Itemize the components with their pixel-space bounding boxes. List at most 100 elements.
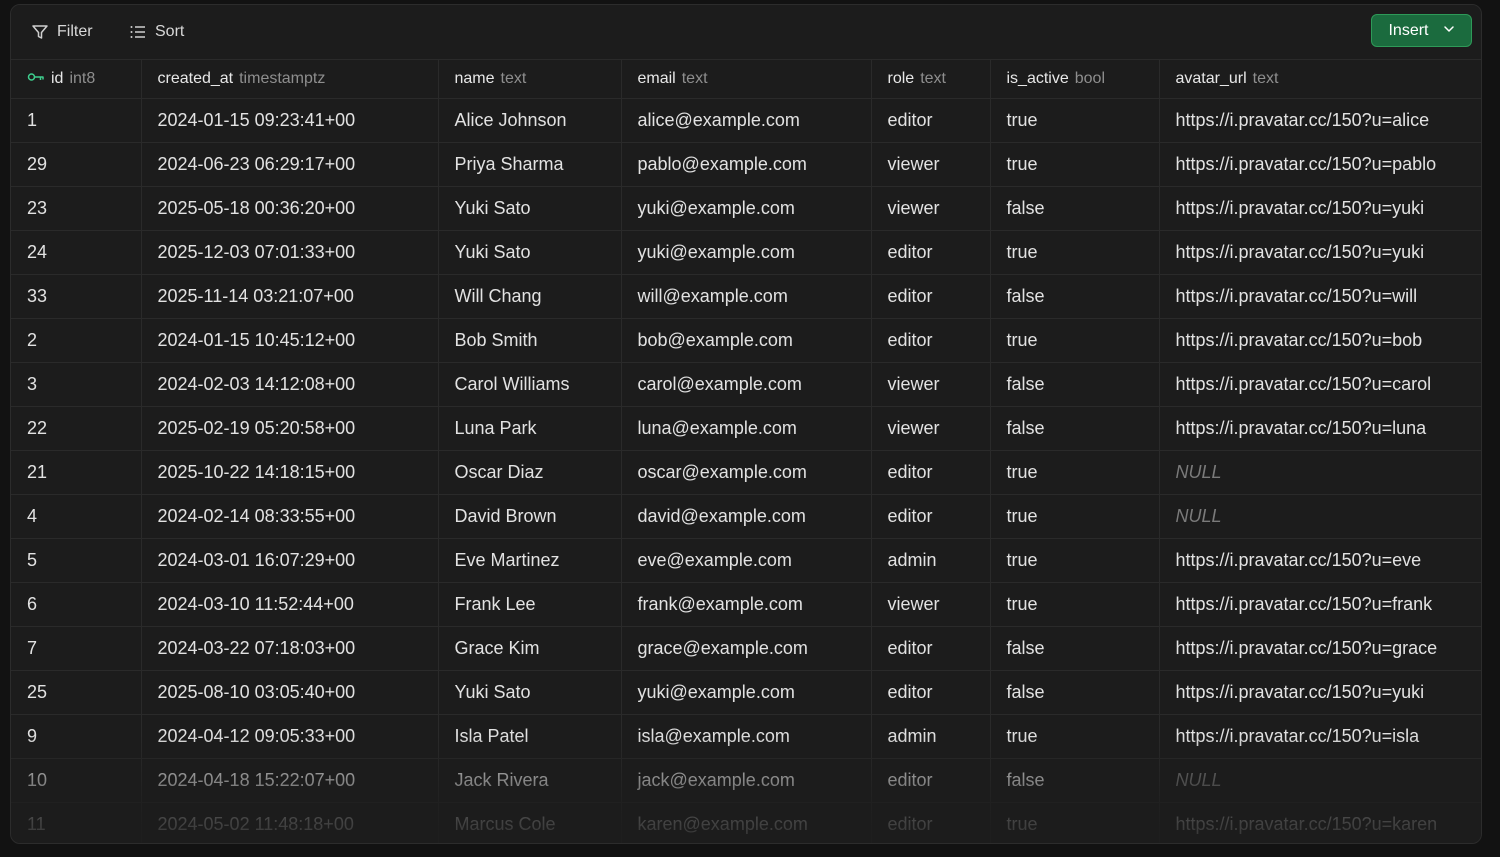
- cell-avatar-url[interactable]: NULL: [1159, 494, 1481, 539]
- table-row[interactable]: 10 2024-04-18 15:22:07+00 Jack Rivera jack@…: [11, 758, 1481, 803]
- cell-name[interactable]: Will Chang: [438, 274, 622, 319]
- cell-name[interactable]: Alice Johnson: [438, 98, 622, 143]
- cell-role[interactable]: admin: [871, 538, 991, 583]
- cell-role[interactable]: editor: [871, 318, 991, 363]
- cell-email[interactable]: frank@example.com: [621, 582, 872, 627]
- cell-email[interactable]: david@example.com: [621, 494, 872, 539]
- table-row[interactable]: 22 2025-02-19 05:20:58+00 Luna Park luna@ex…: [11, 406, 1481, 451]
- cell-created-at[interactable]: 2025-10-22 14:18:15+00: [141, 450, 439, 495]
- cell-avatar-url[interactable]: NULL: [1159, 758, 1481, 803]
- cell-is-active[interactable]: true: [990, 318, 1160, 363]
- cell-created-at[interactable]: 2024-03-10 11:52:44+00: [141, 582, 439, 627]
- cell-id[interactable]: 4: [11, 494, 142, 539]
- cell-created-at[interactable]: 2024-01-15 09:23:41+00: [141, 98, 439, 143]
- cell-id[interactable]: 9: [11, 714, 142, 759]
- cell-created-at[interactable]: 2024-01-15 10:45:12+00: [141, 318, 439, 363]
- table-row[interactable]: 24 2025-12-03 07:01:33+00 Yuki Sato yuki@ex…: [11, 230, 1481, 275]
- cell-created-at[interactable]: 2025-08-10 03:05:40+00: [141, 670, 439, 715]
- cell-is-active[interactable]: false: [990, 670, 1160, 715]
- table-row[interactable]: 7 2024-03-22 07:18:03+00 Grace Kim grace@ex…: [11, 626, 1481, 671]
- cell-avatar-url[interactable]: https://i.pravatar.cc/150?u=isla: [1159, 714, 1481, 759]
- cell-created-at[interactable]: 2025-05-18 00:36:20+00: [141, 186, 439, 231]
- cell-avatar-url[interactable]: https://i.pravatar.cc/150?u=alice: [1159, 98, 1481, 143]
- cell-role[interactable]: editor: [871, 802, 991, 843]
- column-header-avatar-url[interactable]: avatar_url text: [1159, 60, 1481, 99]
- cell-created-at[interactable]: 2024-05-02 11:48:18+00: [141, 802, 439, 843]
- cell-role[interactable]: editor: [871, 670, 991, 715]
- cell-is-active[interactable]: true: [990, 714, 1160, 759]
- cell-email[interactable]: will@example.com: [621, 274, 872, 319]
- cell-id[interactable]: 23: [11, 186, 142, 231]
- cell-role[interactable]: admin: [871, 714, 991, 759]
- cell-is-active[interactable]: false: [990, 362, 1160, 407]
- cell-avatar-url[interactable]: https://i.pravatar.cc/150?u=will: [1159, 274, 1481, 319]
- column-header-is-active[interactable]: is_active bool: [990, 60, 1160, 99]
- cell-role[interactable]: viewer: [871, 406, 991, 451]
- cell-email[interactable]: grace@example.com: [621, 626, 872, 671]
- cell-role[interactable]: viewer: [871, 142, 991, 187]
- cell-avatar-url[interactable]: https://i.pravatar.cc/150?u=yuki: [1159, 670, 1481, 715]
- cell-avatar-url[interactable]: https://i.pravatar.cc/150?u=carol: [1159, 362, 1481, 407]
- table-row[interactable]: 21 2025-10-22 14:18:15+00 Oscar Diaz oscar@…: [11, 450, 1481, 495]
- cell-created-at[interactable]: 2024-03-22 07:18:03+00: [141, 626, 439, 671]
- cell-name[interactable]: Marcus Cole: [438, 802, 622, 843]
- cell-created-at[interactable]: 2025-11-14 03:21:07+00: [141, 274, 439, 319]
- cell-avatar-url[interactable]: NULL: [1159, 450, 1481, 495]
- cell-role[interactable]: editor: [871, 494, 991, 539]
- cell-is-active[interactable]: false: [990, 758, 1160, 803]
- cell-name[interactable]: Luna Park: [438, 406, 622, 451]
- cell-name[interactable]: Yuki Sato: [438, 670, 622, 715]
- cell-name[interactable]: David Brown: [438, 494, 622, 539]
- cell-role[interactable]: editor: [871, 626, 991, 671]
- column-header-id[interactable]: id int8: [11, 60, 142, 99]
- cell-role[interactable]: editor: [871, 450, 991, 495]
- cell-created-at[interactable]: 2024-04-18 15:22:07+00: [141, 758, 439, 803]
- cell-role[interactable]: editor: [871, 230, 991, 275]
- cell-role[interactable]: viewer: [871, 362, 991, 407]
- cell-email[interactable]: luna@example.com: [621, 406, 872, 451]
- table-row[interactable]: 23 2025-05-18 00:36:20+00 Yuki Sato yuki@ex…: [11, 186, 1481, 231]
- cell-created-at[interactable]: 2024-02-14 08:33:55+00: [141, 494, 439, 539]
- cell-created-at[interactable]: 2024-04-12 09:05:33+00: [141, 714, 439, 759]
- cell-email[interactable]: jack@example.com: [621, 758, 872, 803]
- table-row[interactable]: 29 2024-06-23 06:29:17+00 Priya Sharma pabl…: [11, 142, 1481, 187]
- cell-name[interactable]: Bob Smith: [438, 318, 622, 363]
- cell-name[interactable]: Isla Patel: [438, 714, 622, 759]
- table-row[interactable]: 25 2025-08-10 03:05:40+00 Yuki Sato yuki@ex…: [11, 670, 1481, 715]
- table-row[interactable]: 6 2024-03-10 11:52:44+00 Frank Lee frank@ex…: [11, 582, 1481, 627]
- cell-is-active[interactable]: true: [990, 494, 1160, 539]
- cell-id[interactable]: 3: [11, 362, 142, 407]
- cell-name[interactable]: Eve Martinez: [438, 538, 622, 583]
- cell-is-active[interactable]: true: [990, 98, 1160, 143]
- cell-is-active[interactable]: true: [990, 450, 1160, 495]
- cell-avatar-url[interactable]: https://i.pravatar.cc/150?u=pablo: [1159, 142, 1481, 187]
- cell-created-at[interactable]: 2024-02-03 14:12:08+00: [141, 362, 439, 407]
- cell-is-active[interactable]: true: [990, 538, 1160, 583]
- column-header-created-at[interactable]: created_at timestamptz: [141, 60, 439, 99]
- cell-id[interactable]: 10: [11, 758, 142, 803]
- cell-avatar-url[interactable]: https://i.pravatar.cc/150?u=bob: [1159, 318, 1481, 363]
- cell-id[interactable]: 7: [11, 626, 142, 671]
- cell-avatar-url[interactable]: https://i.pravatar.cc/150?u=luna: [1159, 406, 1481, 451]
- column-header-email[interactable]: email text: [621, 60, 872, 99]
- sort-button[interactable]: Sort: [129, 19, 184, 45]
- cell-id[interactable]: 21: [11, 450, 142, 495]
- cell-email[interactable]: oscar@example.com: [621, 450, 872, 495]
- table-row[interactable]: 3 2024-02-03 14:12:08+00 Carol Williams car…: [11, 362, 1481, 407]
- cell-id[interactable]: 2: [11, 318, 142, 363]
- table-row[interactable]: 33 2025-11-14 03:21:07+00 Will Chang will@e…: [11, 274, 1481, 319]
- cell-role[interactable]: editor: [871, 98, 991, 143]
- cell-avatar-url[interactable]: https://i.pravatar.cc/150?u=frank: [1159, 582, 1481, 627]
- cell-is-active[interactable]: false: [990, 626, 1160, 671]
- cell-id[interactable]: 5: [11, 538, 142, 583]
- cell-role[interactable]: viewer: [871, 582, 991, 627]
- cell-is-active[interactable]: false: [990, 186, 1160, 231]
- cell-email[interactable]: bob@example.com: [621, 318, 872, 363]
- cell-email[interactable]: isla@example.com: [621, 714, 872, 759]
- cell-role[interactable]: editor: [871, 758, 991, 803]
- cell-id[interactable]: 29: [11, 142, 142, 187]
- cell-role[interactable]: editor: [871, 274, 991, 319]
- cell-created-at[interactable]: 2024-03-01 16:07:29+00: [141, 538, 439, 583]
- cell-id[interactable]: 11: [11, 802, 142, 843]
- column-header-name[interactable]: name text: [438, 60, 622, 99]
